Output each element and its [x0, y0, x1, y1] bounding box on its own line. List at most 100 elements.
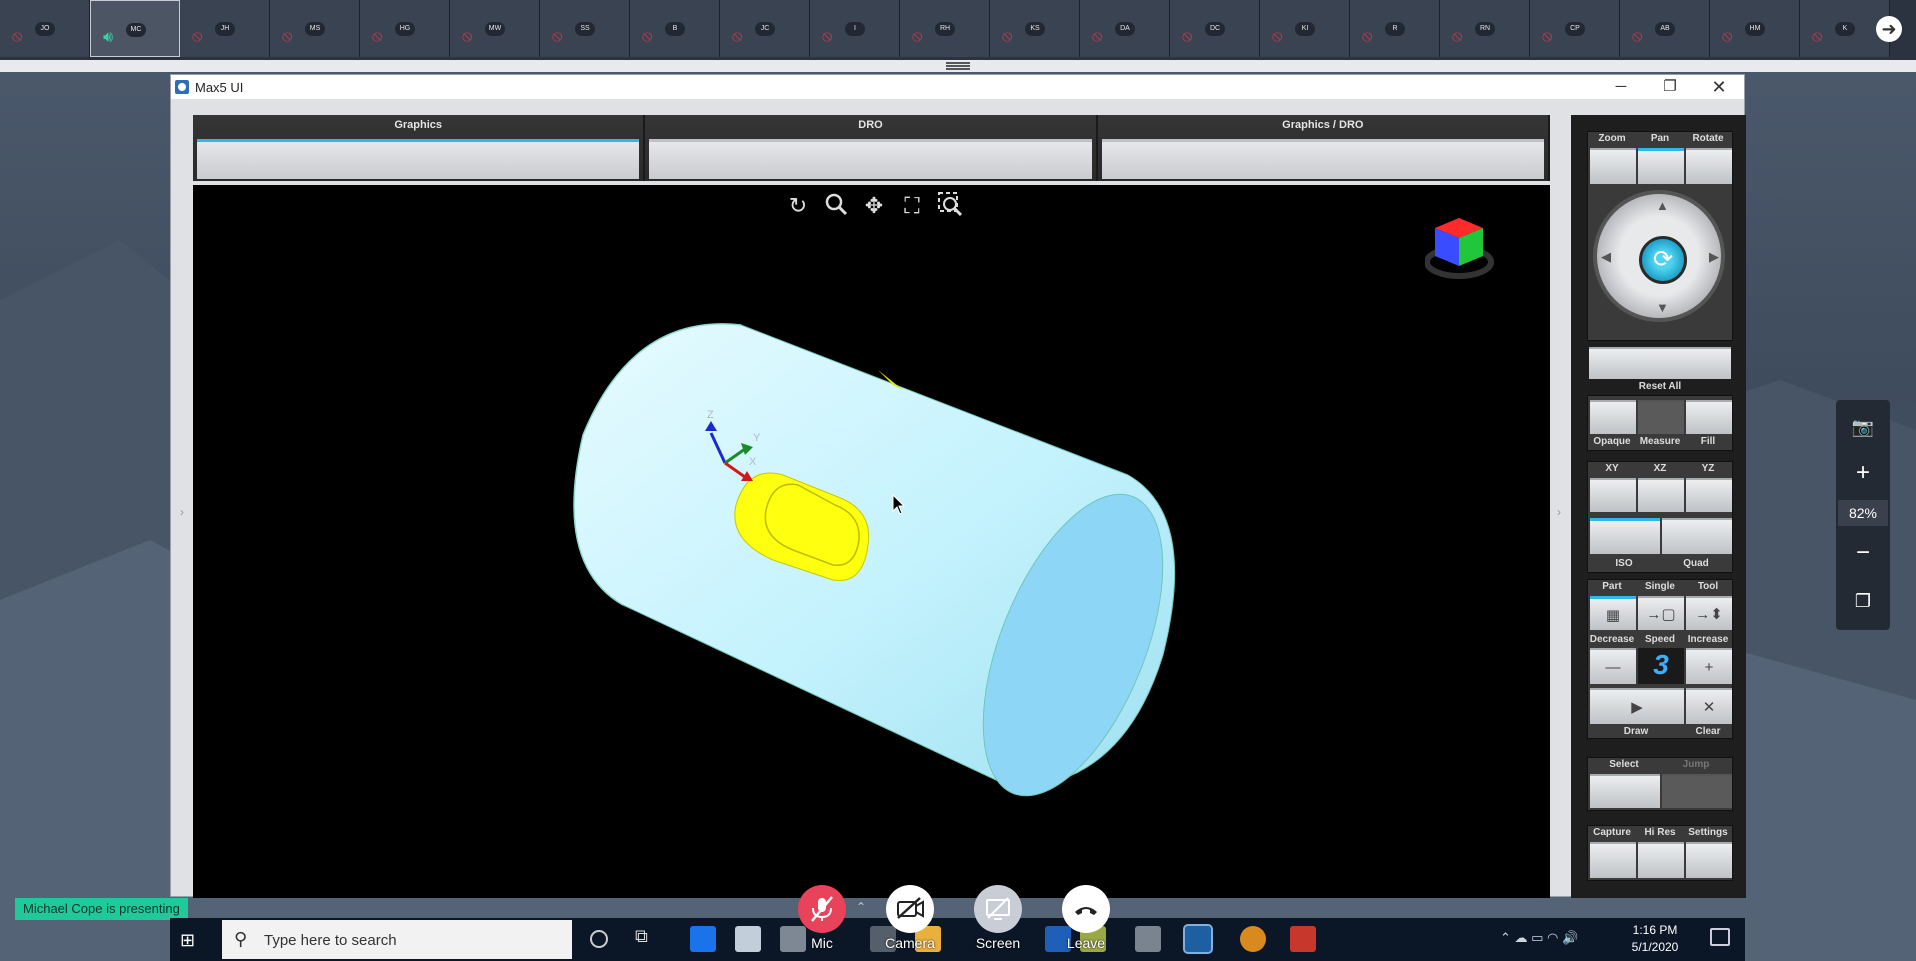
- next-participants-arrow-icon[interactable]: ➜: [1876, 16, 1902, 42]
- clear-button[interactable]: ✕: [1686, 688, 1732, 724]
- participant-tile[interactable]: ⦸ HG: [360, 0, 450, 57]
- participant-initials: RH: [935, 22, 955, 36]
- camera-snapshot-icon[interactable]: 📷: [1848, 412, 1878, 442]
- settings-button[interactable]: [1686, 842, 1732, 878]
- leave-call-icon[interactable]: [1062, 885, 1110, 933]
- paint-icon[interactable]: [735, 926, 761, 952]
- yz-view-button[interactable]: [1686, 478, 1732, 512]
- participant-tile[interactable]: ⦸ B: [630, 0, 720, 57]
- participant-tile[interactable]: ⦸ R: [1350, 0, 1440, 57]
- screen-share-icon[interactable]: [974, 885, 1022, 933]
- taskbar-search-box[interactable]: ⚲ Type here to search: [222, 920, 572, 959]
- taskbar-clock[interactable]: 1:16 PM 5/1/2020: [1620, 922, 1690, 956]
- tab-graphics-dro[interactable]: Graphics / DRO: [1097, 115, 1550, 181]
- mic-muted-icon[interactable]: [798, 885, 846, 933]
- strip-resize-bar[interactable]: [0, 60, 1916, 72]
- refresh-center-icon[interactable]: ⟳: [1639, 236, 1687, 284]
- reset-all-button[interactable]: [1589, 347, 1731, 379]
- jump-button[interactable]: [1662, 774, 1732, 808]
- participant-tile[interactable]: ⦸ DC: [1170, 0, 1260, 57]
- camera-off-icon[interactable]: [886, 885, 934, 933]
- window-titlebar[interactable]: Max5 UI ─ ❐ ✕: [171, 75, 1744, 99]
- iso-view-button[interactable]: [1590, 518, 1660, 554]
- task-view-icon[interactable]: ⧉: [635, 926, 661, 952]
- decrease-speed-button[interactable]: —: [1590, 648, 1636, 684]
- participant-tile[interactable]: ⦸ KS: [990, 0, 1080, 57]
- powerpoint-icon[interactable]: [1290, 926, 1316, 952]
- drag-handle-icon[interactable]: [946, 62, 970, 70]
- view-cube-icon[interactable]: [1425, 210, 1495, 280]
- zoom-out-icon[interactable]: −: [1848, 538, 1878, 568]
- clock-time: 1:16 PM: [1632, 923, 1678, 937]
- windows-start-icon[interactable]: ⊞: [180, 930, 200, 950]
- zoom-mode-button[interactable]: [1590, 148, 1636, 184]
- tab-dro-button[interactable]: [649, 139, 1092, 179]
- xz-view-button[interactable]: [1638, 478, 1684, 512]
- opaque-button[interactable]: [1590, 400, 1636, 434]
- participant-tile[interactable]: ⦸ JC: [720, 0, 810, 57]
- fill-button[interactable]: [1686, 400, 1732, 434]
- up-arrow-icon[interactable]: ▲: [1656, 198, 1669, 213]
- participant-tile[interactable]: ⦸ RN: [1440, 0, 1530, 57]
- draw-button[interactable]: ▶: [1590, 688, 1684, 724]
- graphics-control-panel: Zoom Pan Rotate ▲ ▼ ◀ ▶ ⟳ Reset All Opaq…: [1571, 115, 1746, 898]
- tab-dro[interactable]: DRO: [645, 115, 1098, 181]
- participant-tile[interactable]: ⦸ JH: [180, 0, 270, 57]
- participant-tile[interactable]: ⦸ RH: [900, 0, 990, 57]
- tool-mode-button[interactable]: →⬍: [1686, 596, 1732, 630]
- down-arrow-icon[interactable]: ▼: [1656, 300, 1669, 315]
- tab-graphics-button[interactable]: [197, 139, 640, 179]
- participant-tile[interactable]: ⦸ CP: [1530, 0, 1620, 57]
- close-icon[interactable]: ✕: [1696, 75, 1742, 99]
- participant-tile[interactable]: ⦸ AB: [1620, 0, 1710, 57]
- tool-label: Tool: [1697, 581, 1719, 592]
- edge-icon[interactable]: [690, 926, 716, 952]
- participant-tile[interactable]: ⦸ DA: [1080, 0, 1170, 57]
- zoom-in-icon[interactable]: +: [1848, 458, 1878, 488]
- pan-mode-button[interactable]: [1638, 148, 1684, 184]
- direction-pad[interactable]: ▲ ▼ ◀ ▶ ⟳: [1593, 190, 1725, 322]
- max5-taskbar-icon[interactable]: [1183, 924, 1213, 954]
- chevron-up-icon[interactable]: ⌃: [854, 900, 868, 914]
- minus-icon: —: [1605, 658, 1621, 676]
- single-mode-button[interactable]: →▢: [1638, 596, 1684, 630]
- app-icon-11[interactable]: [1240, 926, 1266, 952]
- left-splitter-icon[interactable]: ›: [177, 505, 187, 655]
- xy-view-button[interactable]: [1590, 478, 1636, 512]
- participant-tile[interactable]: 🔊︎ MC: [90, 0, 180, 57]
- restore-icon[interactable]: ❐: [1647, 75, 1693, 99]
- participant-tile[interactable]: ⦸ HM: [1710, 0, 1800, 57]
- system-tray[interactable]: ⌃ ☁ ▭ ◠ 🔊: [1500, 930, 1578, 946]
- tab-graphics-dro-button[interactable]: [1101, 139, 1544, 179]
- participant-tile[interactable]: ⦸ MS: [270, 0, 360, 57]
- popout-icon[interactable]: ❐: [1848, 586, 1878, 616]
- part-mode-button[interactable]: ▦: [1590, 596, 1636, 630]
- participant-tile[interactable]: ⦸ JO: [0, 0, 90, 57]
- participant-tile[interactable]: ⦸ MW: [450, 0, 540, 57]
- right-arrow-icon[interactable]: ▶: [1709, 249, 1719, 265]
- cortana-icon[interactable]: [590, 930, 608, 948]
- capture-button[interactable]: [1590, 842, 1636, 878]
- rotate-mode-button[interactable]: [1686, 148, 1732, 184]
- participant-tile[interactable]: ⦸ SS: [540, 0, 630, 57]
- measure-button[interactable]: [1638, 400, 1684, 434]
- notifications-icon[interactable]: [1710, 928, 1730, 946]
- increase-speed-button[interactable]: +: [1686, 648, 1732, 684]
- mic-muted-icon: ⦸: [1362, 28, 1373, 45]
- participant-tile[interactable]: ⦸ KI: [1260, 0, 1350, 57]
- left-arrow-icon[interactable]: ◀: [1601, 249, 1611, 265]
- select-button[interactable]: [1590, 774, 1660, 808]
- participant-initials: KI: [1295, 22, 1315, 36]
- zoom-label: Zoom: [1598, 133, 1626, 144]
- mic-label: Mic: [811, 935, 833, 951]
- graphics-viewport[interactable]: ↻ ✥ ⛶ Z Y X: [193, 185, 1550, 898]
- quad-view-button[interactable]: [1662, 518, 1732, 554]
- tab-graphics[interactable]: Graphics: [193, 115, 646, 181]
- participant-tile[interactable]: ⦸ I: [810, 0, 900, 57]
- hires-button[interactable]: [1638, 842, 1684, 878]
- axis-x-label: X: [749, 456, 757, 468]
- minimize-icon[interactable]: ─: [1598, 75, 1644, 99]
- zoom-percent: 82%: [1838, 500, 1888, 526]
- right-splitter-icon[interactable]: ›: [1554, 505, 1564, 655]
- app-icon-9[interactable]: [1135, 926, 1161, 952]
